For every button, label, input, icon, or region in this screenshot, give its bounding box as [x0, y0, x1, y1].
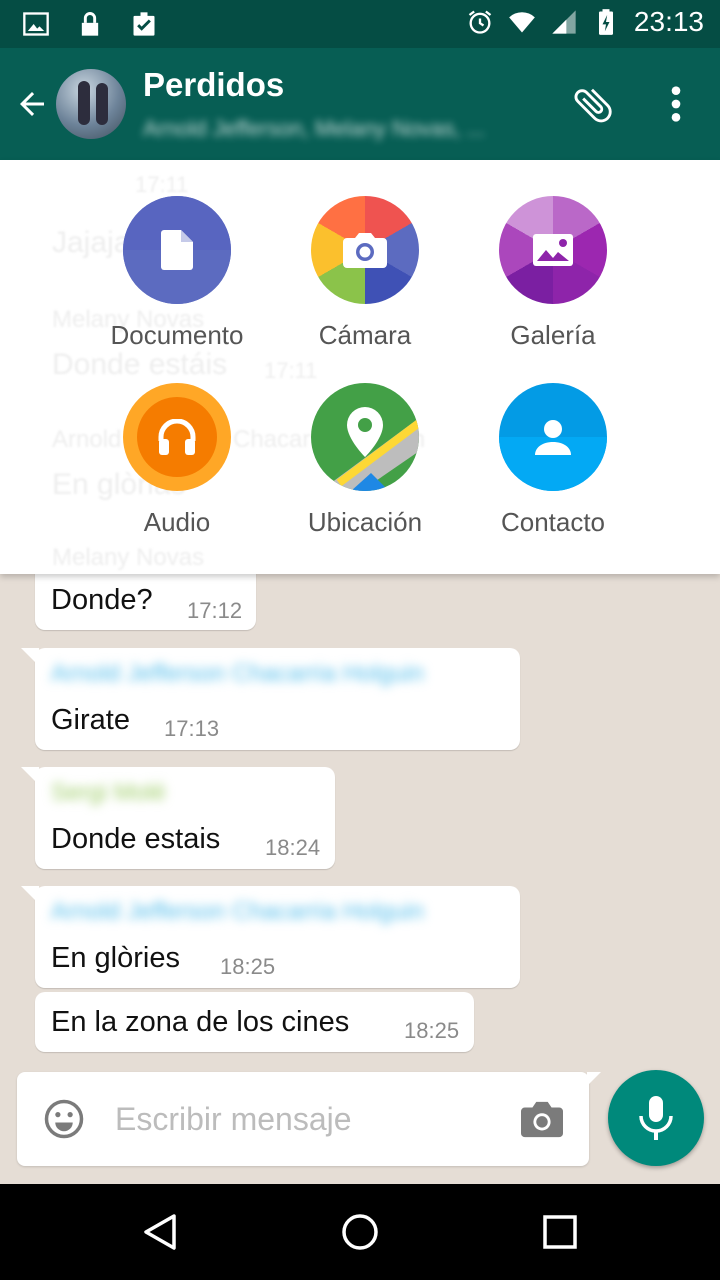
attach-option-label: Documento: [110, 320, 244, 350]
camera-icon: [343, 233, 387, 268]
more-vert-icon[interactable]: [664, 84, 688, 124]
message-text: Donde estais: [51, 823, 221, 855]
ghost-text: 17:11: [135, 172, 189, 197]
message-sender: Arnold Jefferson Chacarria Holguin: [51, 898, 425, 925]
attach-option-label: Galería: [510, 320, 596, 350]
message-text: Girate: [51, 704, 130, 736]
message-input[interactable]: [113, 1094, 497, 1144]
gallery-icon: [533, 234, 573, 266]
group-avatar[interactable]: [56, 69, 126, 139]
emoji-icon[interactable]: [43, 1098, 85, 1140]
attach-camera-button[interactable]: Cámara: [275, 196, 455, 351]
headphones-icon: [158, 419, 196, 455]
status-bar: 23:13: [0, 0, 720, 48]
voice-record-button[interactable]: [608, 1070, 704, 1166]
back-arrow-icon[interactable]: [14, 86, 50, 122]
message-text: En glòries: [51, 942, 180, 974]
contact-icon: [535, 420, 571, 455]
attach-audio-button[interactable]: Audio: [87, 383, 267, 538]
message-text: En la zona de los cines: [51, 1006, 350, 1038]
ghost-text: Donde estáis: [52, 348, 228, 381]
location-icon: [347, 407, 383, 457]
camera-icon[interactable]: [521, 1100, 563, 1138]
attach-option-label: Contacto: [500, 507, 606, 537]
attach-gallery-button[interactable]: Galería: [463, 196, 643, 351]
attach-option-label: Cámara: [318, 320, 412, 350]
chat-header: Perdidos Arnold Jefferson, Melany Novas,…: [0, 48, 720, 160]
attach-option-label: Audio: [143, 507, 211, 537]
message-bubble[interactable]: Arnold Jefferson Chacarria Holguin En gl…: [21, 886, 520, 988]
ghost-text: Melany Novas: [52, 544, 205, 571]
attach-menu: 17:11 Jajaja Melany Novas Donde estáis 1…: [0, 160, 720, 574]
ghost-text: 17:11: [264, 358, 318, 383]
lock-icon: [81, 12, 99, 36]
message-sender: Sergi Molé: [51, 779, 166, 806]
message-text: Donde?: [51, 584, 153, 616]
message-time: 17:13: [164, 716, 220, 741]
image-icon: [23, 12, 49, 36]
message-time: 18:25: [220, 954, 276, 979]
alarm-icon: [468, 10, 492, 34]
microphone-icon: [639, 1096, 673, 1140]
paperclip-icon[interactable]: [570, 82, 616, 128]
nav-home-icon[interactable]: [340, 1212, 380, 1252]
message-bubble[interactable]: En la zona de los cines 18:25: [35, 992, 474, 1052]
message-time: 18:24: [265, 835, 321, 860]
message-time: 17:12: [187, 598, 243, 623]
message-bubble[interactable]: Arnold Jefferson Chacarria Holguin Girat…: [21, 648, 520, 750]
message-time: 18:25: [404, 1018, 460, 1043]
message-sender: Arnold Jefferson Chacarria Holguin: [51, 660, 425, 687]
attach-contact-button[interactable]: Contacto: [463, 383, 643, 538]
clock: 23:13: [633, 6, 704, 37]
message-bubble[interactable]: Sergi Molé Donde estais 18:24: [21, 767, 335, 869]
system-navigation-bar: [0, 1184, 720, 1280]
group-participants[interactable]: Arnold Jefferson, Melany Novas, ...: [143, 116, 485, 142]
attach-option-label: Ubicación: [307, 507, 423, 537]
message-composer: [17, 1072, 601, 1166]
battery-charging-icon: [598, 9, 613, 35]
attach-document-button[interactable]: Documento: [87, 196, 267, 351]
nav-recents-icon[interactable]: [540, 1212, 580, 1252]
group-title[interactable]: Perdidos: [143, 66, 284, 104]
clipboard-check-icon: [133, 12, 155, 36]
wifi-icon: [509, 12, 535, 33]
signal-icon: [552, 10, 576, 34]
attach-location-button[interactable]: Ubicación: [275, 383, 455, 538]
document-icon: [161, 230, 193, 270]
nav-back-icon[interactable]: [140, 1212, 180, 1252]
